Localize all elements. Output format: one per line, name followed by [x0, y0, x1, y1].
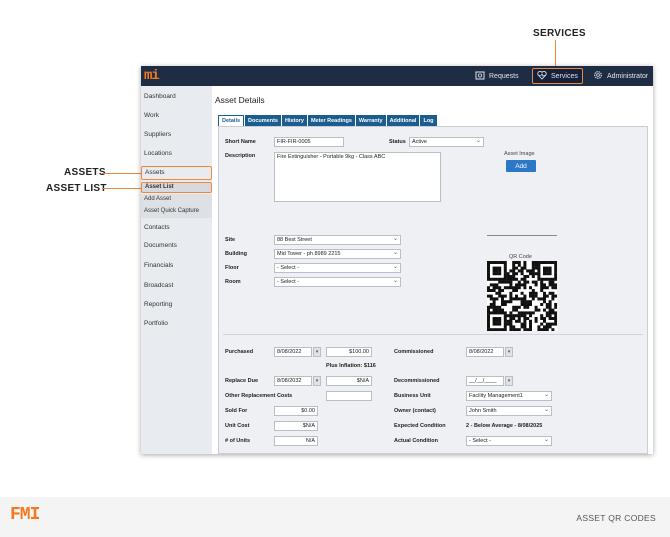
tab-bar: Details Documents History Meter Readings… [218, 115, 437, 126]
site-label: Site [225, 237, 236, 243]
floor-label: Floor [225, 265, 239, 271]
unit-cost-input[interactable]: $N/A [274, 421, 318, 431]
other-costs-input[interactable] [326, 391, 372, 401]
purchased-label: Purchased [225, 349, 254, 355]
administrator-label: Administrator [607, 72, 649, 80]
actual-condition-select[interactable]: - Select - [466, 436, 552, 446]
actual-condition-label: Actual Condition [394, 438, 438, 444]
owner-label: Owner (contact) [394, 408, 436, 414]
sidebar-item-portfolio[interactable]: Portfolio [141, 320, 212, 327]
page-title: Asset Details [215, 95, 265, 105]
services-icon [537, 70, 547, 82]
tab-documents[interactable]: Documents [245, 115, 281, 126]
sidebar-item-contacts[interactable]: Contacts [141, 224, 212, 231]
site-select[interactable]: 88 Best Street [274, 235, 401, 245]
callout-asset-list: ASSET LIST [46, 183, 107, 194]
administrator-button[interactable]: Administrator [589, 68, 652, 84]
decommissioned-date-input[interactable]: __/__/____ [466, 376, 504, 386]
description-label: Description [225, 153, 256, 159]
tab-warranty[interactable]: Warranty [355, 115, 386, 126]
footer-caption: ASSET QR CODES [576, 513, 656, 523]
commissioned-date-input[interactable]: 8/08/2022 [466, 347, 504, 357]
description-textarea[interactable]: Fire Extinguisher - Portable 9kg - Class… [274, 152, 441, 202]
stage: SERVICES ASSETS ASSET LIST mi Requests S… [0, 0, 670, 497]
expected-condition-value: 2 - Below Average - 8/08/2025 [466, 423, 543, 429]
sidebar-item-asset-quick-capture[interactable]: Asset Quick Capture [141, 206, 212, 218]
business-unit-label: Business Unit [394, 393, 431, 399]
short-name-input[interactable]: FIR-FIR-0005 [274, 137, 344, 147]
commissioned-calendar-button[interactable]: ▾ [505, 347, 513, 357]
sidebar-item-broadcast[interactable]: Broadcast [141, 282, 212, 289]
decommissioned-label: Decommissioned [394, 378, 440, 384]
units-input[interactable]: N/A [274, 436, 318, 446]
purchased-calendar-button[interactable]: ▾ [313, 347, 321, 357]
plus-inflation-text: Plus Inflation: $116 [326, 363, 376, 369]
tab-additional[interactable]: Additional [386, 115, 420, 126]
top-bar: mi Requests Services Administrator [141, 66, 653, 86]
building-select[interactable]: Mid Tower - ph 8989 2215 [274, 249, 401, 259]
other-costs-label: Other Replacement Costs [225, 393, 293, 399]
qr-code-label: QR Code [509, 254, 532, 260]
status-select[interactable]: Active [409, 137, 484, 147]
replace-amount-input[interactable]: $N/A [326, 376, 372, 386]
details-panel: Short Name FIR-FIR-0005 Status Active De… [218, 126, 648, 454]
section-divider [223, 334, 643, 335]
replace-due-date-input[interactable]: 8/08/2032 [274, 376, 312, 386]
status-label: Status [389, 139, 406, 145]
qr-code-image [487, 261, 558, 332]
sidebar-item-add-asset[interactable]: Add Asset [141, 194, 212, 206]
commissioned-label: Commissioned [394, 349, 434, 355]
tab-meter-readings[interactable]: Meter Readings [307, 115, 355, 126]
app-window: mi Requests Services Administrator Dashb… [141, 66, 653, 454]
sidebar: Dashboard Work Suppliers Locations Asset… [141, 86, 212, 454]
expected-condition-label: Expected Condition [394, 423, 446, 429]
callout-assets: ASSETS [64, 167, 106, 178]
add-image-button[interactable]: Add [506, 160, 536, 172]
callout-asset-list-line [102, 188, 142, 189]
callout-services: SERVICES [533, 28, 586, 39]
replace-due-label: Replace Due [225, 378, 259, 384]
main-content: Asset Details Details Documents History … [212, 86, 653, 454]
sold-for-input[interactable]: $0.00 [274, 406, 318, 416]
callout-services-line [555, 40, 556, 68]
tab-history[interactable]: History [282, 115, 307, 126]
sidebar-item-documents[interactable]: Documents [141, 242, 212, 249]
app-logo[interactable]: mi [144, 68, 160, 84]
requests-button[interactable]: Requests [471, 68, 523, 84]
decommissioned-calendar-button[interactable]: ▾ [505, 376, 513, 386]
sidebar-item-work[interactable]: Work [141, 112, 212, 119]
sidebar-item-reporting[interactable]: Reporting [141, 301, 212, 308]
building-label: Building [225, 251, 247, 257]
owner-select[interactable]: John Smith [466, 406, 552, 416]
replace-due-calendar-button[interactable]: ▾ [313, 376, 321, 386]
callout-assets-line [102, 173, 142, 174]
image-divider [487, 235, 557, 236]
business-unit-select[interactable]: Facility Management1 [466, 391, 552, 401]
sidebar-item-dashboard[interactable]: Dashboard [141, 93, 212, 100]
requests-icon [475, 70, 485, 82]
fmi-logo: FMI [10, 505, 40, 525]
gear-icon [593, 70, 603, 82]
services-button[interactable]: Services [532, 68, 583, 84]
sidebar-item-locations[interactable]: Locations [141, 150, 212, 157]
sold-for-label: Sold For [225, 408, 248, 414]
units-label: # of Units [225, 438, 251, 444]
sidebar-item-financials[interactable]: Financials [141, 262, 212, 269]
unit-cost-label: Unit Cost [225, 423, 250, 429]
tab-log[interactable]: Log [420, 115, 437, 126]
services-label: Services [551, 72, 578, 80]
footer: FMI ASSET QR CODES [0, 497, 670, 537]
sidebar-item-suppliers[interactable]: Suppliers [141, 131, 212, 138]
purchased-date-input[interactable]: 8/08/2022 [274, 347, 312, 357]
asset-image-label: Asset Image [504, 151, 535, 157]
floor-select[interactable]: - Select - [274, 263, 401, 273]
short-name-label: Short Name [225, 139, 256, 145]
sidebar-item-assets[interactable]: Assets [141, 166, 212, 180]
requests-label: Requests [489, 72, 519, 80]
room-label: Room [225, 279, 241, 285]
sidebar-item-asset-list[interactable]: Asset List [141, 182, 212, 193]
room-select[interactable]: - Select - [274, 277, 401, 287]
purchased-amount-input[interactable]: $100.00 [326, 347, 372, 357]
tab-details[interactable]: Details [218, 115, 245, 126]
